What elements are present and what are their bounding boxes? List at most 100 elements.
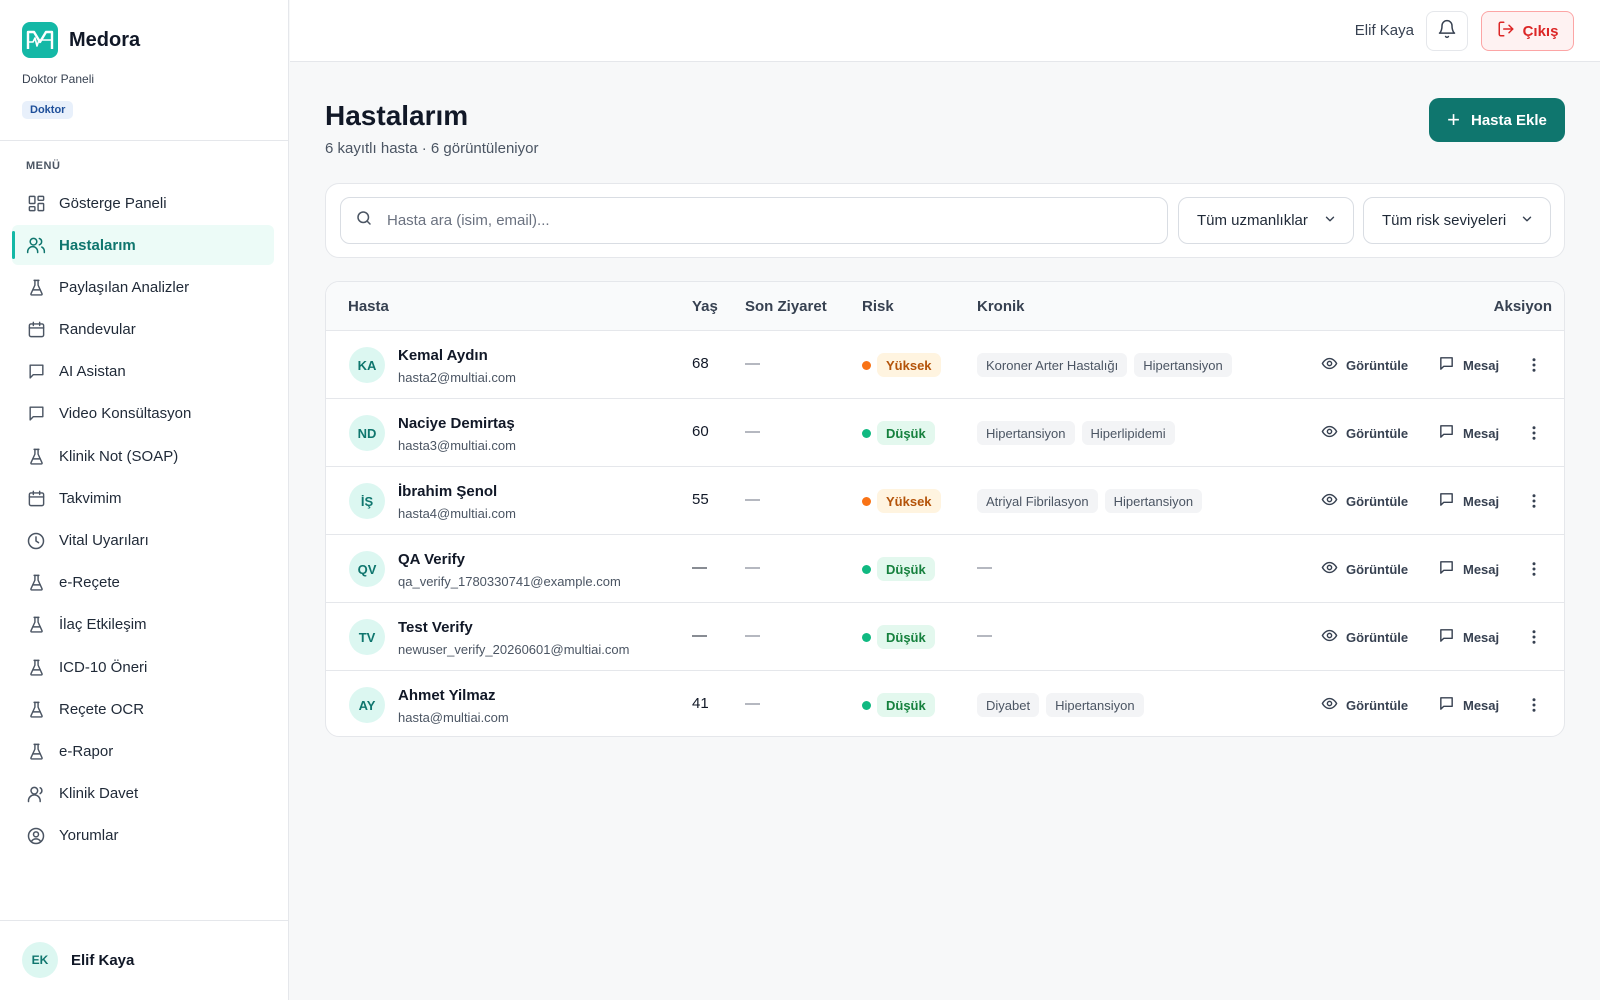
more-options-icon[interactable] [1522, 693, 1546, 717]
sidebar-item-klinik-davet[interactable]: Klinik Davet [12, 774, 274, 814]
risk-badge: Yüksek [877, 489, 941, 513]
risk-dot [862, 565, 871, 574]
view-label: Görüntüle [1346, 561, 1409, 577]
brand[interactable]: Medora [22, 22, 140, 58]
sidebar-item-e-rapor[interactable]: e-Rapor [12, 731, 274, 771]
sidebar-item-reçete-ocr[interactable]: Reçete OCR [12, 689, 274, 729]
patient-avatar: QV [349, 551, 385, 587]
sidebar-item-label: Yorumlar [59, 827, 119, 845]
risk-select[interactable]: Tüm risk seviyeleri [1363, 197, 1551, 244]
specialty-select-value: Tüm uzmanlıklar [1197, 212, 1308, 229]
sidebar-divider [0, 140, 289, 141]
last-visit: — [745, 559, 760, 576]
patient-age: 55 [692, 491, 709, 508]
patient-avatar: İŞ [349, 483, 385, 519]
specialty-select[interactable]: Tüm uzmanlıklar [1178, 197, 1354, 244]
sidebar-item-randevular[interactable]: Randevular [12, 310, 274, 350]
patient-email: hasta3@multiai.com [398, 438, 516, 453]
chat-icon [26, 362, 46, 382]
last-visit: — [745, 423, 760, 440]
patients-table: Hasta Yaş Son Ziyaret Risk Kronik Aksiyo… [325, 281, 1565, 737]
patient-name[interactable]: Ahmet Yilmaz [398, 687, 496, 704]
logout-button[interactable]: Çıkış [1481, 11, 1574, 51]
eye-icon [1321, 423, 1338, 443]
notifications-button[interactable] [1426, 11, 1468, 51]
sidebar-item-vital-uyarıları[interactable]: Vital Uyarıları [12, 521, 274, 561]
chat-icon [26, 404, 46, 424]
page-subtitle: 6 kayıtlı hasta · 6 görüntüleniyor [325, 140, 539, 157]
sidebar-item-e-reçete[interactable]: e-Reçete [12, 563, 274, 603]
search-box [340, 197, 1168, 244]
sidebar-item-ai-asistan[interactable]: AI Asistan [12, 352, 274, 392]
message-icon [1438, 627, 1455, 647]
patient-age: — [692, 627, 707, 644]
sidebar-item-video-konsültasyon[interactable]: Video Konsültasyon [12, 394, 274, 434]
sidebar-item-paylaşılan-analizler[interactable]: Paylaşılan Analizler [12, 267, 274, 307]
more-options-icon[interactable] [1522, 353, 1546, 377]
sidebar-item-klinik-not-soap[interactable]: Klinik Not (SOAP) [12, 436, 274, 476]
more-options-icon[interactable] [1522, 489, 1546, 513]
patient-name[interactable]: Naciye Demirtaş [398, 415, 515, 432]
patient-name[interactable]: Kemal Aydın [398, 347, 488, 364]
sidebar-item-label: Reçete OCR [59, 700, 145, 718]
sidebar-item-label: AI Asistan [59, 363, 126, 381]
top-bar: Elif Kaya Çıkış [290, 0, 1600, 62]
patient-avatar: ND [349, 415, 385, 451]
chronic-tag: Hipertansiyon [1046, 693, 1144, 717]
column-header: Risk [862, 298, 894, 315]
message-button[interactable]: Mesaj [1438, 489, 1499, 513]
sidebar-item-i-laç-etkileşim[interactable]: İlaç Etkileşim [12, 605, 274, 645]
view-button[interactable]: Görüntüle [1321, 421, 1408, 445]
view-button[interactable]: Görüntüle [1321, 489, 1408, 513]
message-button[interactable]: Mesaj [1438, 557, 1499, 581]
eye-icon [1321, 695, 1338, 715]
search-input[interactable] [387, 212, 1147, 229]
view-button[interactable]: Görüntüle [1321, 557, 1408, 581]
sidebar-item-yorumlar[interactable]: Yorumlar [12, 816, 274, 856]
message-button[interactable]: Mesaj [1438, 353, 1499, 377]
patient-name[interactable]: İbrahim Şenol [398, 483, 497, 500]
message-button[interactable]: Mesaj [1438, 693, 1499, 717]
view-button[interactable]: Görüntüle [1321, 625, 1408, 649]
message-label: Mesaj [1463, 697, 1500, 713]
chronic-tag: Hipertansiyon [1104, 489, 1203, 513]
sidebar-item-icd-10-öneri[interactable]: ICD-10 Öneri [12, 647, 274, 687]
risk-select-value: Tüm risk seviyeleri [1382, 212, 1507, 229]
column-header: Yaş [692, 298, 718, 315]
sidebar-item-takvimim[interactable]: Takvimim [12, 478, 274, 518]
sidebar-item-hastalarım[interactable]: Hastalarım [12, 225, 274, 266]
message-icon [1438, 695, 1455, 715]
message-label: Mesaj [1463, 493, 1500, 509]
risk-dot [862, 497, 871, 506]
view-button[interactable]: Görüntüle [1321, 353, 1408, 377]
sidebar-item-label: Klinik Davet [59, 785, 139, 803]
sidebar-item-label: Randevular [59, 321, 136, 339]
column-header: Hasta [348, 298, 389, 315]
message-label: Mesaj [1463, 629, 1500, 645]
risk-dot [862, 361, 871, 370]
message-button[interactable]: Mesaj [1438, 421, 1499, 445]
add-patient-button[interactable]: + Hasta Ekle [1429, 98, 1565, 142]
sidebar-user[interactable]: EK Elif Kaya [22, 942, 134, 978]
sidebar-item-gösterge-paneli[interactable]: Gösterge Paneli [12, 183, 274, 223]
risk-badge: Düşük [877, 693, 935, 717]
eye-icon [1321, 355, 1338, 375]
brand-name: Medora [69, 28, 141, 51]
more-options-icon[interactable] [1522, 557, 1546, 581]
sidebar-item-label: Gösterge Paneli [59, 194, 167, 212]
flask-icon [26, 615, 46, 635]
table-row: AY Ahmet Yilmaz hasta@multiai.com 41 — Düşük D… [326, 670, 1564, 736]
clock-icon [26, 531, 46, 551]
patient-name[interactable]: Test Verify [398, 619, 473, 636]
more-options-icon[interactable] [1522, 421, 1546, 445]
patient-name[interactable]: QA Verify [398, 551, 465, 568]
view-button[interactable]: Görüntüle [1321, 693, 1408, 717]
chronic-list: Diyabet Hipertansiyon [977, 693, 1151, 717]
more-options-icon[interactable] [1522, 625, 1546, 649]
sidebar: Medora Doktor Paneli Doktor MENÜ Gösterg… [0, 0, 289, 1000]
message-button[interactable]: Mesaj [1438, 625, 1499, 649]
message-icon [1438, 559, 1455, 579]
column-header: Son Ziyaret [745, 298, 827, 315]
chronic-list: Koroner Arter Hastalığı Hipertansiyon [977, 353, 1239, 377]
view-label: Görüntüle [1346, 697, 1409, 713]
